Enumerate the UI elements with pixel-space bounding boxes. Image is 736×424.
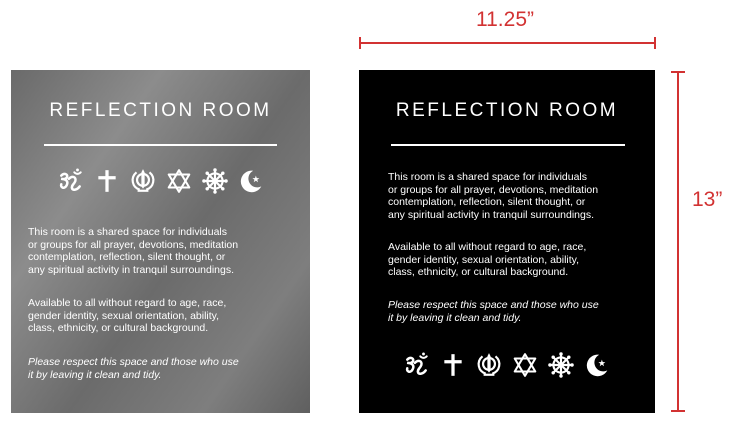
khanda-icon: [130, 168, 156, 194]
dharma-wheel-icon: [548, 352, 574, 378]
text-line: any spiritual activity in tranquil surro…: [388, 208, 595, 221]
khanda-icon: [476, 352, 502, 378]
text-line: contemplation, reflection, silent though…: [28, 251, 226, 263]
text-line: Available to all without regard to age, …: [28, 297, 227, 309]
width-dimension-line: [359, 42, 656, 44]
text-line: it by leaving it clean and tidy.: [388, 311, 522, 324]
text-line: contemplation, reflection, silent though…: [388, 196, 586, 208]
width-dimension-label: 11.25”: [476, 8, 534, 31]
respect-note: Please respect this space and those who …: [28, 356, 239, 381]
dharma-wheel-icon: [202, 168, 228, 194]
text-line: it by leaving it clean and tidy.: [28, 368, 162, 381]
faith-symbols: [359, 352, 655, 378]
respect-note: Please respect this space and those who …: [388, 299, 599, 324]
description-paragraph: This room is a shared space for individu…: [28, 226, 238, 276]
height-dimension-tick-top: [671, 71, 685, 73]
text-line: class, ethnicity, or cultural background…: [388, 266, 569, 278]
cross-icon: [440, 352, 466, 378]
divider: [391, 144, 625, 146]
description-paragraph: This room is a shared space for individu…: [388, 171, 598, 221]
sign-black: REFLECTION ROOM This room is a shared sp…: [359, 70, 655, 413]
text-line: any spiritual activity in tranquil surro…: [28, 263, 235, 276]
star-of-david-icon: [512, 352, 538, 378]
text-line: gender identity, sexual orientation, abi…: [388, 253, 580, 266]
text-line: Available to all without regard to age, …: [388, 241, 587, 253]
text-line: gender identity, sexual orientation, abi…: [28, 309, 220, 322]
sign-title: REFLECTION ROOM: [49, 100, 272, 121]
height-dimension-tick-bottom: [671, 410, 685, 412]
text-line: class, ethnicity, or cultural background…: [28, 322, 209, 334]
width-dimension-tick-left: [359, 37, 361, 49]
om-icon: [404, 352, 430, 378]
crescent-star-icon: [584, 352, 610, 378]
height-dimension-label: 13”: [692, 188, 723, 211]
text-line: or groups for all prayer, devotions, med…: [28, 238, 239, 251]
star-of-david-icon: [166, 168, 192, 194]
width-dimension-tick-right: [654, 37, 656, 49]
sign-gray: REFLECTION ROOM This room is a shared sp…: [11, 70, 310, 413]
faith-symbols: [11, 168, 310, 194]
crescent-star-icon: [238, 168, 264, 194]
text-line: Please respect this space and those who …: [28, 356, 239, 368]
availability-paragraph: Available to all without regard to age, …: [28, 297, 226, 335]
cross-icon: [94, 168, 120, 194]
om-icon: [58, 168, 84, 194]
sign-title: REFLECTION ROOM: [395, 100, 619, 121]
height-dimension-line: [677, 71, 679, 412]
divider: [44, 144, 277, 146]
text-line: or groups for all prayer, devotions, med…: [388, 183, 599, 196]
availability-paragraph: Available to all without regard to age, …: [388, 241, 586, 279]
text-line: This room is a shared space for individu…: [388, 171, 588, 183]
text-line: Please respect this space and those who …: [388, 299, 599, 311]
text-line: This room is a shared space for individu…: [28, 226, 228, 238]
